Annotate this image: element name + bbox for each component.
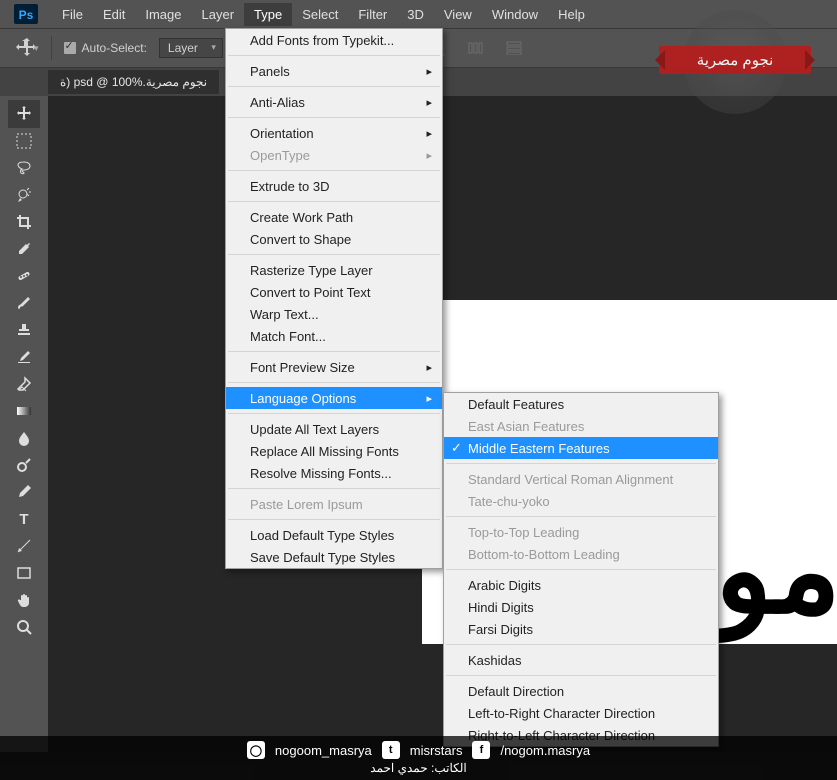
menuitem-font-preview-size[interactable]: Font Preview Size [226, 356, 442, 378]
footer-overlay: ◯ nogoom_masrya t misrstars f /nogom.mas… [0, 736, 837, 780]
menuitem-add-fonts-from-typekit[interactable]: Add Fonts from Typekit... [226, 29, 442, 51]
menu-type[interactable]: Type [244, 3, 292, 26]
twitter-icon: t [382, 741, 400, 759]
menu-layer[interactable]: Layer [192, 3, 245, 26]
menuitem-convert-to-shape[interactable]: Convert to Shape [226, 228, 442, 250]
menuitem-paste-lorem-ipsum: Paste Lorem Ipsum [226, 493, 442, 515]
stamp-tool-icon[interactable] [8, 316, 40, 344]
quickselect-tool-icon[interactable] [8, 181, 40, 209]
menuitem-kashidas[interactable]: Kashidas [444, 649, 718, 671]
menubar: Ps FileEditImageLayerTypeSelectFilter3DV… [0, 0, 837, 28]
menu-edit[interactable]: Edit [93, 3, 135, 26]
menu-window[interactable]: Window [482, 3, 548, 26]
marquee-tool-icon[interactable] [8, 127, 40, 155]
eyedropper-tool-icon[interactable] [8, 235, 40, 263]
history-tool-icon[interactable] [8, 343, 40, 371]
gradient-tool-icon[interactable] [8, 397, 40, 425]
svg-text:Ps: Ps [19, 8, 34, 22]
document-tab[interactable]: نجوم مصرية.psd @ 100% (ة [48, 70, 219, 94]
menuitem-update-all-text-layers[interactable]: Update All Text Layers [226, 418, 442, 440]
instagram-icon: ◯ [247, 741, 265, 759]
menuitem-load-default-type-styles[interactable]: Load Default Type Styles [226, 524, 442, 546]
menuitem-create-work-path[interactable]: Create Work Path [226, 206, 442, 228]
menuitem-tate-chu-yoko: Tate-chu-yoko [444, 490, 718, 512]
auto-select-checkbox[interactable]: Auto-Select: [64, 41, 147, 55]
menuitem-farsi-digits[interactable]: Farsi Digits [444, 618, 718, 640]
path-tool-icon[interactable] [8, 532, 40, 560]
pen-tool-icon[interactable] [8, 478, 40, 506]
menuitem-orientation[interactable]: Orientation [226, 122, 442, 144]
crop-tool-icon[interactable] [8, 208, 40, 236]
rectangle-tool-icon[interactable] [8, 559, 40, 587]
author-credit: الكاتب: حمدي احمد [370, 761, 466, 775]
twitter-handle: misrstars [410, 743, 463, 758]
menuitem-hindi-digits[interactable]: Hindi Digits [444, 596, 718, 618]
menuitem-match-font[interactable]: Match Font... [226, 325, 442, 347]
auto-select-target-combo[interactable]: Layer [159, 38, 223, 58]
menuitem-standard-vertical-roman-alignment: Standard Vertical Roman Alignment [444, 468, 718, 490]
menuitem-replace-all-missing-fonts[interactable]: Replace All Missing Fonts [226, 440, 442, 462]
instagram-handle: nogoom_masrya [275, 743, 372, 758]
menuitem-extrude-to-3d[interactable]: Extrude to 3D [226, 175, 442, 197]
menuitem-panels[interactable]: Panels [226, 60, 442, 82]
type-menu-dropdown: Add Fonts from Typekit... Panels Anti-Alia… [225, 28, 443, 569]
distribute-icon [501, 38, 527, 58]
text-layer-content: مو [715, 542, 837, 602]
menuitem-save-default-type-styles[interactable]: Save Default Type Styles [226, 546, 442, 568]
menuitem-arabic-digits[interactable]: Arabic Digits [444, 574, 718, 596]
menu-view[interactable]: View [434, 3, 482, 26]
zoom-tool-icon[interactable] [8, 613, 40, 641]
menu-image[interactable]: Image [135, 3, 191, 26]
dodge-tool-icon[interactable] [8, 451, 40, 479]
move-tool-indicator-icon: ▾ [16, 37, 39, 59]
facebook-icon: f [472, 741, 490, 759]
menuitem-top-to-top-leading: Top-to-Top Leading [444, 521, 718, 543]
menu-filter[interactable]: Filter [348, 3, 397, 26]
facebook-handle: /nogom.masrya [500, 743, 590, 758]
brush-tool-icon[interactable] [8, 289, 40, 317]
hand-tool-icon[interactable] [8, 586, 40, 614]
tool-palette: T [0, 96, 48, 752]
ps-logo-icon: Ps [14, 4, 38, 24]
menuitem-bottom-to-bottom-leading: Bottom-to-Bottom Leading [444, 543, 718, 565]
language-options-submenu: Default FeaturesEast Asian FeaturesMiddl… [443, 392, 719, 747]
menuitem-convert-to-point-text[interactable]: Convert to Point Text [226, 281, 442, 303]
menuitem-left-to-right-character-direction[interactable]: Left-to-Right Character Direction [444, 702, 718, 724]
menuitem-rasterize-type-layer[interactable]: Rasterize Type Layer [226, 259, 442, 281]
blur-tool-icon[interactable] [8, 424, 40, 452]
distribute-icon [463, 38, 489, 58]
menuitem-resolve-missing-fonts[interactable]: Resolve Missing Fonts... [226, 462, 442, 484]
menuitem-opentype: OpenType [226, 144, 442, 166]
menu-help[interactable]: Help [548, 3, 595, 26]
menu-select[interactable]: Select [292, 3, 348, 26]
move-tool-icon[interactable] [8, 100, 40, 128]
eraser-tool-icon[interactable] [8, 370, 40, 398]
type-tool-icon[interactable]: T [8, 505, 40, 533]
lasso-tool-icon[interactable] [8, 154, 40, 182]
menuitem-default-direction[interactable]: Default Direction [444, 680, 718, 702]
menu-3d[interactable]: 3D [397, 3, 434, 26]
menuitem-east-asian-features: East Asian Features [444, 415, 718, 437]
menuitem-default-features[interactable]: Default Features [444, 393, 718, 415]
menuitem-middle-eastern-features[interactable]: Middle Eastern Features [444, 437, 718, 459]
healing-tool-icon[interactable] [8, 262, 40, 290]
menuitem-anti-alias[interactable]: Anti-Alias [226, 91, 442, 113]
menu-file[interactable]: File [52, 3, 93, 26]
menuitem-warp-text[interactable]: Warp Text... [226, 303, 442, 325]
svg-text:T: T [19, 511, 28, 527]
menuitem-language-options[interactable]: Language Options [226, 387, 442, 409]
